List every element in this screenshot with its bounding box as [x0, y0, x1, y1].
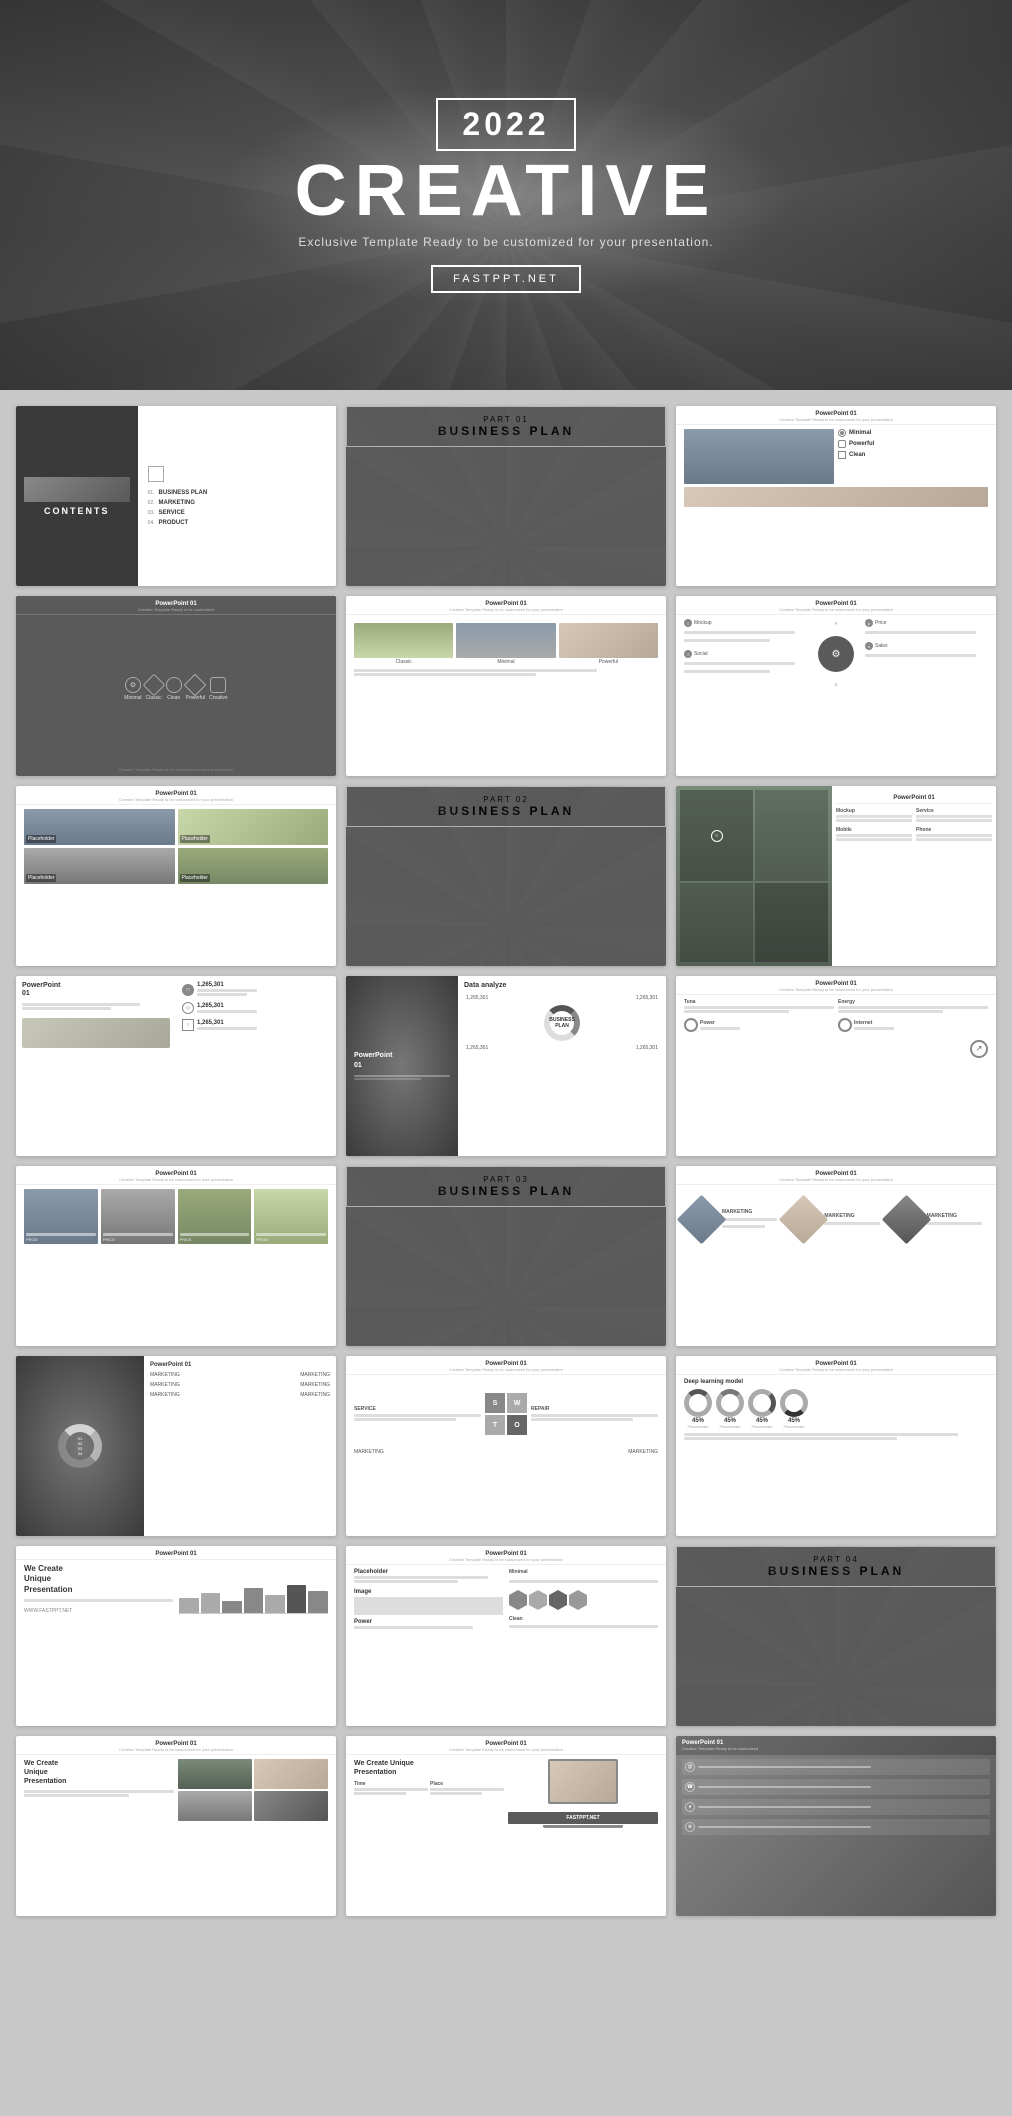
slide-data-analyze-right[interactable]: PowerPoint 01 Creative Template Ready to…	[676, 976, 996, 1156]
slide-right-content: 01. BUSINESS PLAN 02. MARKETING 03. SERV…	[138, 406, 336, 586]
hero-section: 2022 CREATIVE Exclusive Template Ready t…	[0, 0, 1012, 390]
slide-diamond-images[interactable]: PowerPoint 01 Creative Template Ready to…	[676, 1166, 996, 1346]
slide-people-photos[interactable]: PowerPoint 01 Creative Template Ready to…	[16, 1736, 336, 1916]
slide-4col-images[interactable]: PowerPoint 01 Creative Template Ready to…	[16, 1166, 336, 1346]
slide-pp01-photos[interactable]: PowerPoint 01 Creative Template Ready to…	[676, 406, 996, 586]
slide-part04[interactable]: PART 04 BUSINESS PLAN	[676, 1546, 996, 1726]
menu-item-2: 02. MARKETING	[148, 500, 326, 506]
swirl-bg-3	[346, 1166, 666, 1346]
swirl-bg	[346, 406, 666, 586]
menu-item-4: 04. PRODUCT	[148, 520, 326, 526]
photo-dog	[684, 429, 834, 484]
slide-part01[interactable]: PART 01 BUSINESS PLAN	[346, 406, 666, 586]
slide-part02[interactable]: PART 02 BUSINESS PLAN	[346, 786, 666, 966]
slide-deep-learning[interactable]: PowerPoint 01 Creative Template Ready to…	[676, 1356, 996, 1536]
swirl-bg-2	[346, 786, 666, 966]
slide-service-grid[interactable]: ○ PowerPoint 01 Mockup	[676, 786, 996, 966]
menu-item-1: 01. BUSINESS PLAN	[148, 490, 326, 496]
hero-year-box: 2022	[436, 98, 575, 151]
slide-left-dark: CONTENTS	[16, 406, 138, 586]
slide-body: Minimal Powerful Clean	[676, 425, 996, 585]
hero-brand-box: FASTPPT.NET	[431, 265, 581, 293]
hero-year: 2022	[462, 106, 549, 143]
hero-brand: FASTPPT.NET	[453, 273, 559, 285]
slide-gear-social[interactable]: PowerPoint 01 Creative Template Ready to…	[676, 596, 996, 776]
photo-flowers	[684, 487, 988, 507]
part-number: PART 01	[367, 415, 645, 424]
slide-bar-chart[interactable]: PowerPoint 01 We CreateUniquePresentatio…	[16, 1546, 336, 1726]
hero-content: 2022 CREATIVE Exclusive Template Ready t…	[295, 98, 718, 293]
books-photo	[22, 1018, 170, 1048]
slide-part03[interactable]: PART 03 BUSINESS PLAN	[346, 1166, 666, 1346]
slide-header: PowerPoint 01 Creative Template Ready to…	[676, 406, 996, 425]
slide-data-analyze-dark[interactable]: PowerPoint01 Data analyze BUSINESSPLAN 1…	[346, 976, 666, 1156]
slide-stats[interactable]: PowerPoint01 □ 1,265,301	[16, 976, 336, 1156]
slide-pp01-icons[interactable]: PowerPoint 01 Creative Template Ready to…	[16, 596, 336, 776]
thumb-people	[456, 623, 555, 658]
slide-donut-marketing[interactable]: 01020304 PowerPoint 01 MARKETING MARKETI…	[16, 1356, 336, 1536]
slide-thumbs[interactable]: PowerPoint 01 Creative Template Ready to…	[346, 596, 666, 776]
hero-title: CREATIVE	[295, 155, 718, 227]
slide-contact-list[interactable]: PowerPoint 01 Creative Template Ready to…	[676, 1736, 996, 1916]
contents-label: CONTENTS	[44, 506, 110, 516]
thumb-roses	[559, 623, 658, 658]
slide-grid-images[interactable]: PowerPoint 01 Creative Template Ready to…	[16, 786, 336, 966]
thumb-field	[354, 623, 453, 658]
slide-laptop[interactable]: PowerPoint 01 Creative Template Ready to…	[346, 1736, 666, 1916]
slides-grid: CONTENTS 01. BUSINESS PLAN 02. MARKETING…	[0, 390, 1012, 1932]
hero-subtitle: Exclusive Template Ready to be customize…	[295, 235, 718, 249]
slide-contents[interactable]: CONTENTS 01. BUSINESS PLAN 02. MARKETING…	[16, 406, 336, 586]
slide-swot[interactable]: PowerPoint 01 Creative Template Ready to…	[346, 1356, 666, 1536]
swirl-bg-4	[676, 1546, 996, 1726]
menu-item-3: 03. SERVICE	[148, 510, 326, 516]
slide-hexagons[interactable]: PowerPoint 01 Creative Template Ready to…	[346, 1546, 666, 1726]
